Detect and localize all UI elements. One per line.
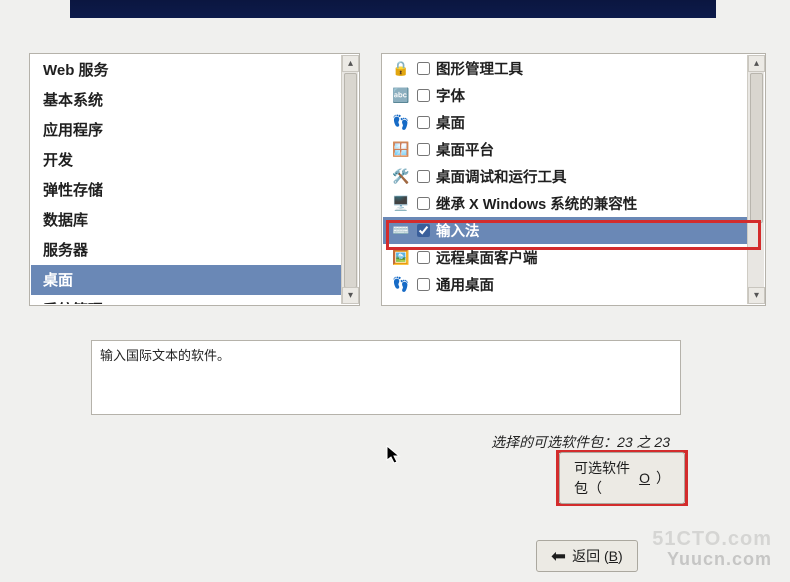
header-banner	[70, 0, 716, 18]
back-button[interactable]: ⬅ 返回 (B)	[536, 540, 638, 572]
package-checkbox[interactable]	[417, 278, 430, 291]
scroll-up-button[interactable]: ▴	[748, 55, 765, 72]
window-icon: 🪟	[391, 140, 411, 160]
package-item[interactable]: 👣 通用桌面	[383, 271, 747, 298]
package-item[interactable]: 🔒 图形管理工具	[383, 55, 747, 82]
package-item[interactable]: 🖼️ 远程桌面客户端	[383, 244, 747, 271]
optional-packages-button[interactable]: 可选软件包（O）	[559, 452, 685, 504]
scroll-up-button[interactable]: ▴	[342, 55, 359, 72]
package-label: 输入法	[436, 220, 480, 241]
package-label: 通用桌面	[436, 274, 494, 295]
category-item[interactable]: 弹性存储	[31, 175, 341, 205]
package-label: 图形管理工具	[436, 58, 523, 79]
package-list[interactable]: 🔒 图形管理工具 🔤 字体 👣 桌面 🪟 桌面平台 🛠️ 桌面调试和运行工具 🖥️ 继承 X Wind…	[383, 55, 747, 304]
package-label: 桌面调试和运行工具	[436, 166, 567, 187]
gnome-foot-icon: 👣	[391, 113, 411, 133]
package-label: 桌面平台	[436, 139, 494, 160]
package-label: 远程桌面客户端	[436, 247, 538, 268]
package-item[interactable]: ⌨️ 输入法	[383, 217, 747, 244]
package-checkbox[interactable]	[417, 143, 430, 156]
category-item[interactable]: 应用程序	[31, 115, 341, 145]
package-label: 继承 X Windows 系统的兼容性	[436, 193, 637, 214]
category-item[interactable]: 桌面	[31, 265, 341, 295]
package-label: 桌面	[436, 112, 465, 133]
description-text: 输入国际文本的软件。	[100, 348, 230, 363]
scroll-down-button[interactable]: ▾	[748, 287, 765, 304]
highlight-annotation: 可选软件包（O）	[556, 450, 688, 506]
package-checkbox[interactable]	[417, 197, 430, 210]
gnome-foot-icon: 👣	[391, 275, 411, 295]
monitor-icon: 🖥️	[391, 194, 411, 214]
package-checkbox[interactable]	[417, 251, 430, 264]
package-item[interactable]: 🔤 字体	[383, 82, 747, 109]
package-panel: 🔒 图形管理工具 🔤 字体 👣 桌面 🪟 桌面平台 🛠️ 桌面调试和运行工具 🖥️ 继承 X Wind…	[381, 53, 766, 306]
category-list[interactable]: Web 服务基本系统应用程序开发弹性存储数据库服务器桌面系统管理	[31, 55, 341, 304]
remote-icon: 🖼️	[391, 248, 411, 268]
package-item[interactable]: 🪟 桌面平台	[383, 136, 747, 163]
scroll-thumb[interactable]	[750, 73, 763, 223]
category-item[interactable]: 服务器	[31, 235, 341, 265]
description-textarea: 输入国际文本的软件。	[91, 340, 681, 415]
right-scrollbar[interactable]: ▴ ▾	[747, 55, 764, 304]
left-scrollbar[interactable]: ▴ ▾	[341, 55, 358, 304]
package-item[interactable]: 🖥️ 继承 X Windows 系统的兼容性	[383, 190, 747, 217]
scroll-down-button[interactable]: ▾	[342, 287, 359, 304]
lock-icon: 🔒	[391, 59, 411, 79]
package-checkbox[interactable]	[417, 89, 430, 102]
category-item[interactable]: 系统管理	[31, 295, 341, 304]
package-checkbox[interactable]	[417, 62, 430, 75]
arrow-left-icon: ⬅	[551, 547, 566, 565]
tools-icon: 🛠️	[391, 167, 411, 187]
category-item[interactable]: 基本系统	[31, 85, 341, 115]
watermark: 51CTO.com Yuucn.com	[652, 528, 772, 570]
optional-package-count: 选择的可选软件包：23 之 23	[491, 432, 670, 452]
font-icon: 🔤	[391, 86, 411, 106]
keyboard-icon: ⌨️	[391, 221, 411, 241]
package-checkbox[interactable]	[417, 224, 430, 237]
category-panel: Web 服务基本系统应用程序开发弹性存储数据库服务器桌面系统管理 ▴ ▾	[29, 53, 360, 306]
category-item[interactable]: 开发	[31, 145, 341, 175]
package-item[interactable]: 🛠️ 桌面调试和运行工具	[383, 163, 747, 190]
category-item[interactable]: Web 服务	[31, 55, 341, 85]
package-checkbox[interactable]	[417, 170, 430, 183]
package-checkbox[interactable]	[417, 116, 430, 129]
package-item[interactable]: 👣 桌面	[383, 109, 747, 136]
scroll-thumb[interactable]	[344, 73, 357, 288]
cursor-pointer-icon	[386, 445, 402, 465]
category-item[interactable]: 数据库	[31, 205, 341, 235]
package-label: 字体	[436, 85, 465, 106]
